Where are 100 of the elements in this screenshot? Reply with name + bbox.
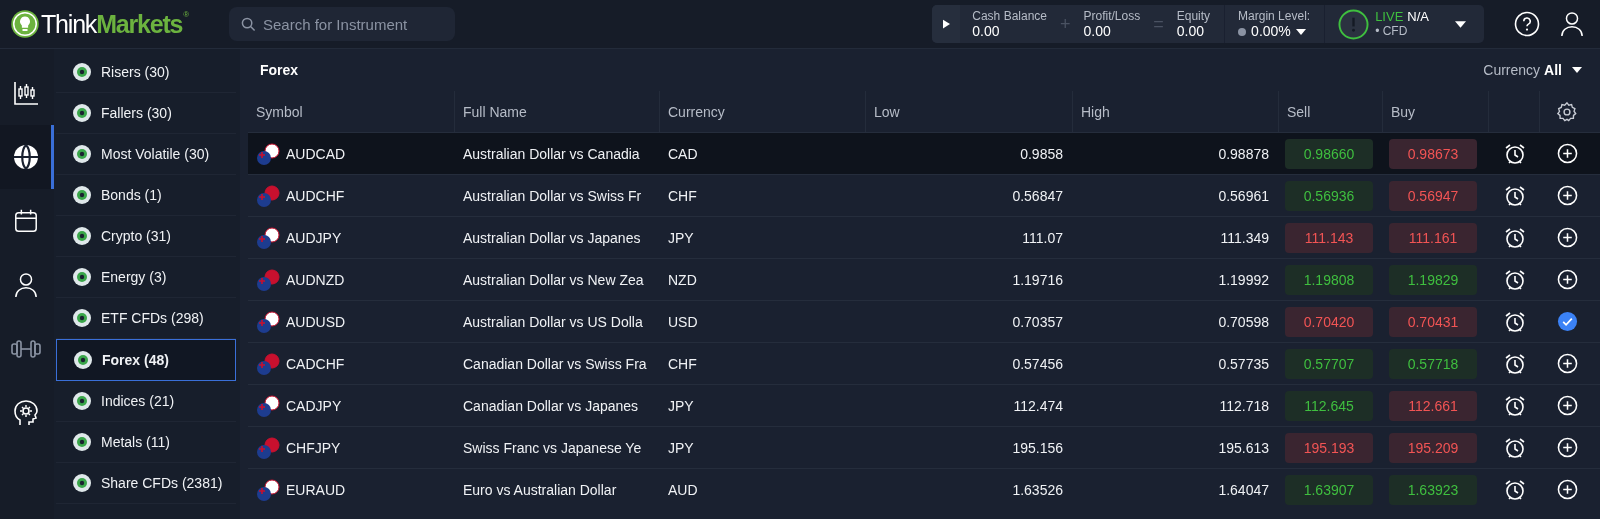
sell-price-button[interactable]: 1.63907: [1285, 474, 1373, 505]
category-item[interactable]: Metals (11): [56, 422, 236, 463]
user-icon: [13, 271, 38, 299]
symbol-text: CHFJPY: [286, 439, 341, 456]
operator-sign: +: [1060, 13, 1071, 35]
account-mode: LIVE: [1375, 9, 1404, 24]
category-icon: [72, 62, 92, 82]
add-icon[interactable]: [1556, 353, 1578, 374]
sell-price-button[interactable]: 0.98660: [1285, 138, 1373, 169]
flag-pair-icon: [256, 352, 280, 375]
category-icon: [72, 185, 92, 205]
table-cell: 111.349: [1220, 229, 1269, 246]
category-item[interactable]: Bonds (1): [56, 175, 236, 216]
buy-price-button[interactable]: 0.98673: [1389, 138, 1477, 169]
category-item[interactable]: Forex (48): [56, 339, 236, 381]
logo-text: ThinkMarkets$^{®}$: [41, 9, 190, 39]
add-icon[interactable]: [1556, 437, 1578, 458]
sell-price-button[interactable]: 1.19808: [1285, 264, 1373, 295]
sell-price-button[interactable]: 0.57707: [1285, 348, 1373, 379]
calendar-icon: [12, 208, 39, 234]
table-cell-text: JPY: [667, 229, 695, 246]
category-item[interactable]: Energy (3): [56, 257, 236, 298]
category-item[interactable]: Most Volatile (30): [56, 134, 236, 175]
table-cell: 1.64047: [1218, 481, 1269, 498]
field-label: Equity: [1176, 9, 1211, 24]
table-cell: 195.613: [1218, 439, 1269, 456]
settings-icon[interactable]: [1556, 100, 1578, 123]
sell-price-button[interactable]: 112.645: [1285, 390, 1373, 421]
sell-price-button[interactable]: 111.143: [1285, 222, 1373, 253]
sell-price-button[interactable]: 0.70420: [1285, 306, 1373, 337]
sell-price-button[interactable]: 0.56936: [1285, 180, 1373, 211]
category-item[interactable]: Share CFDs (2381): [56, 463, 236, 504]
margin-label: Margin Level:: [1238, 9, 1311, 24]
add-icon[interactable]: [1556, 185, 1578, 206]
table-row[interactable]: AUDCAD Australian Dollar vs Canadia CAD 0.9858 0.98878 0.98660 0.98673: [248, 132, 1600, 174]
table-row[interactable]: AUDCHF Australian Dollar vs Swiss Fr CHF 0.56847 0.56961 0.56936 0.56947: [248, 174, 1600, 216]
table-cell-text: JPY: [667, 439, 695, 456]
add-icon[interactable]: [1556, 269, 1578, 290]
table-row[interactable]: CADCHF Canadian Dollar vs Swiss Fra CHF 0.57456 0.57735 0.57707 0.57718: [248, 342, 1600, 384]
currency-filter[interactable]: Currency All: [1477, 61, 1588, 79]
table-cell-text: Euro vs Australian Dollar: [462, 481, 618, 498]
symbol-text: CADCHF: [286, 355, 345, 372]
table-cell: 1.19992: [1218, 271, 1269, 288]
add-icon[interactable]: [1556, 395, 1578, 416]
caret-icon[interactable]: [1295, 28, 1306, 35]
status-dot: [1238, 27, 1247, 36]
add-icon[interactable]: [1556, 143, 1578, 164]
sell-price-button[interactable]: 195.193: [1285, 432, 1373, 463]
table-cell-text: Australian Dollar vs US Dolla: [462, 313, 644, 330]
nav-tab[interactable]: [0, 125, 54, 189]
buy-price-button[interactable]: 112.661: [1389, 390, 1477, 421]
buy-price-button[interactable]: 1.63923: [1389, 474, 1477, 505]
table-cell-text: CHF: [667, 187, 698, 204]
table-cell-text: CAD: [667, 145, 699, 162]
alert-icon: [1338, 8, 1370, 40]
symbol-text: EURAUD: [286, 481, 346, 498]
search-field[interactable]: Search for Instrument: [229, 7, 455, 41]
category-item[interactable]: Crypto (31): [56, 216, 236, 257]
add-icon[interactable]: [1556, 479, 1578, 500]
symbol-text: AUDNZD: [286, 271, 345, 288]
expand-button[interactable]: [932, 5, 961, 43]
help-icon[interactable]: [1514, 11, 1540, 37]
table-cell-text: Australian Dollar vs Swiss Fr: [462, 187, 643, 204]
caret-icon[interactable]: [1455, 20, 1466, 28]
table-cell: 0.56847: [1012, 187, 1063, 204]
table-cell-text: Swiss Franc vs Japanese Ye: [462, 439, 643, 456]
table-row[interactable]: AUDUSD Australian Dollar vs US Dolla USD 0.70357 0.70598 0.70420 0.70431: [248, 300, 1600, 342]
buy-price-button[interactable]: 195.209: [1389, 432, 1477, 463]
field-value: 0.00: [1083, 24, 1112, 39]
play-icon: [942, 19, 950, 29]
flag-pair-icon: [256, 310, 280, 333]
table-row[interactable]: CADJPY Canadian Dollar vs Japanes JPY 112.474 112.718 112.645 112.661: [248, 384, 1600, 426]
buy-price-button[interactable]: 0.70431: [1389, 306, 1477, 337]
category-item[interactable]: Indices (21): [56, 381, 236, 422]
table-cell-text: Canadian Dollar vs Japanes: [462, 397, 640, 414]
table-cell-text: Canadian Dollar vs Swiss Fra: [462, 355, 648, 372]
flag-pair-icon: [256, 226, 280, 249]
category-item[interactable]: Fallers (30): [56, 93, 236, 134]
table-row[interactable]: AUDNZD Australian Dollar vs New Zea NZD 1.19716 1.19992 1.19808 1.19829: [248, 258, 1600, 300]
table-cell-text: JPY: [667, 397, 695, 414]
table-cell: 1.19716: [1012, 271, 1063, 288]
category-item[interactable]: Risers (30): [56, 52, 236, 93]
table-row[interactable]: EURAUD Euro vs Australian Dollar AUD 1.63526 1.64047 1.63907 1.63923: [248, 468, 1600, 510]
checked-icon[interactable]: [1556, 311, 1578, 332]
category-icon: [72, 308, 92, 328]
table-row[interactable]: AUDJPY Australian Dollar vs Japanes JPY 111.07 111.349 111.143 111.161: [248, 216, 1600, 258]
table-cell: 0.56961: [1218, 187, 1269, 204]
table-cell: 0.57735: [1218, 355, 1269, 372]
add-icon[interactable]: [1556, 227, 1578, 248]
buy-price-button[interactable]: 0.56947: [1389, 180, 1477, 211]
table-row[interactable]: CHFJPY Swiss Franc vs Japanese Ye JPY 195.156 195.613 195.193 195.209: [248, 426, 1600, 468]
caret-icon: [1572, 67, 1582, 73]
user-icon[interactable]: [1560, 10, 1584, 38]
symbol-text: CADJPY: [286, 397, 342, 414]
buy-price-button[interactable]: 1.19829: [1389, 264, 1477, 295]
buy-price-button[interactable]: 0.57718: [1389, 348, 1477, 379]
buy-price-button[interactable]: 111.161: [1389, 222, 1477, 253]
category-icon: [72, 103, 92, 123]
category-icon: [72, 473, 92, 493]
table-cell-text: NZD: [667, 271, 698, 288]
